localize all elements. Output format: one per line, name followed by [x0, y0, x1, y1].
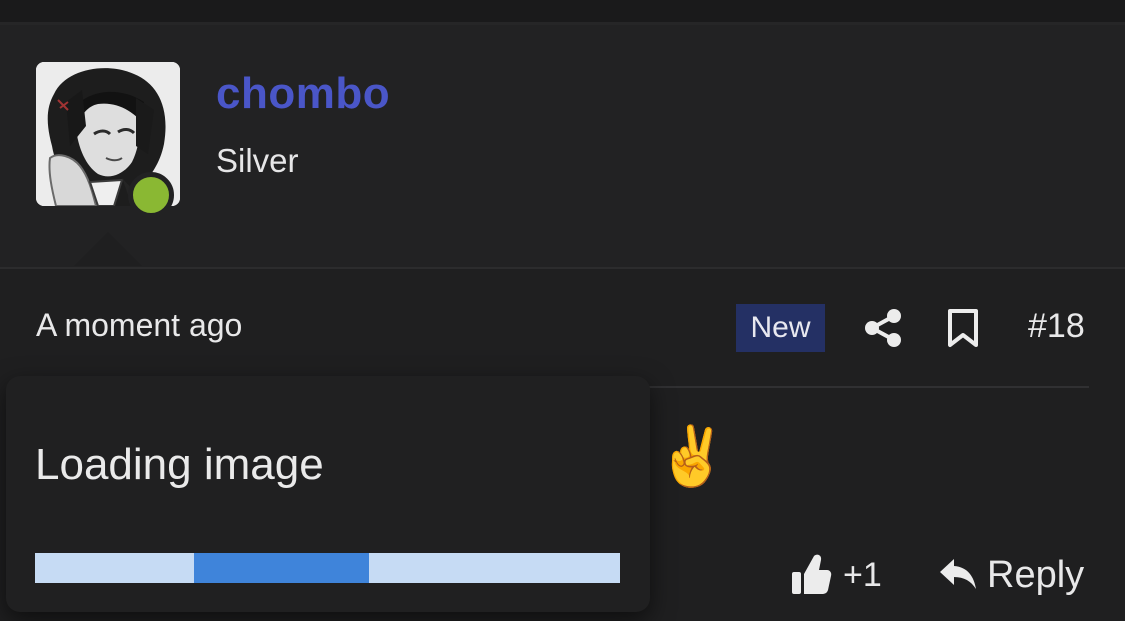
bookmark-icon[interactable]: [944, 308, 982, 348]
loading-progress-bar: [35, 553, 620, 583]
page: chombo Silver A moment ago New #18 ✌ +1 …: [0, 0, 1125, 621]
reply-button[interactable]: Reply: [987, 554, 1084, 597]
top-bar: [0, 0, 1125, 25]
post-timestamp[interactable]: A moment ago: [36, 307, 242, 344]
online-status-indicator: [128, 172, 174, 218]
user-rank-title: Silver: [216, 142, 299, 179]
new-badge: New: [736, 304, 825, 352]
reply-icon[interactable]: [938, 555, 978, 593]
username-link[interactable]: chombo: [216, 69, 390, 119]
user-info-block: chombo Silver: [0, 25, 1125, 269]
like-count[interactable]: +1: [843, 556, 882, 595]
thumbs-up-icon[interactable]: [790, 552, 832, 596]
loading-text: Loading image: [35, 440, 324, 489]
avatar-container[interactable]: [36, 62, 180, 218]
post-meta-row: A moment ago New #18: [0, 295, 1125, 361]
progress-fill: [194, 553, 370, 583]
post-pointer-arrow: [74, 232, 142, 266]
share-icon[interactable]: [864, 308, 902, 348]
loading-image-popup: Loading image: [6, 376, 650, 612]
post-number-link[interactable]: #18: [1028, 307, 1085, 346]
victory-hand-emoji: ✌: [656, 424, 729, 489]
